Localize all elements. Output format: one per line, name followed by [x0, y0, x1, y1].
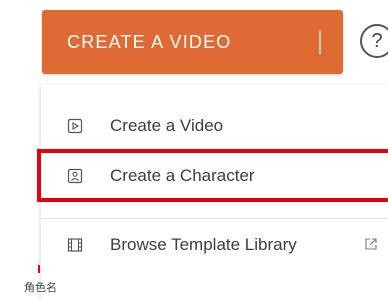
film-strip-icon — [67, 238, 83, 252]
caption-text: 角色名 — [24, 282, 57, 294]
button-divider — [319, 30, 321, 54]
menu-item-label: Create a Video — [110, 116, 224, 135]
video-play-icon — [67, 118, 83, 134]
external-link-icon — [365, 238, 377, 250]
menu-item-create-video[interactable]: Create a Video — [41, 103, 388, 149]
menu-divider — [41, 218, 388, 219]
menu-item-create-character[interactable]: Create a Character — [41, 153, 388, 199]
menu-item-browse-template-library[interactable]: Browse Template Library — [41, 222, 388, 268]
annotation-mark — [38, 265, 40, 273]
create-dropdown-menu: Create a Video Create a Character Browse… — [41, 85, 388, 300]
help-icon: ? — [371, 29, 383, 52]
create-video-label: CREATE A VIDEO — [67, 31, 232, 52]
menu-item-label: Browse Template Library — [110, 235, 297, 254]
help-button[interactable]: ? — [360, 24, 388, 58]
menu-item-label: Create a Character — [110, 166, 255, 185]
character-portrait-icon — [67, 168, 83, 184]
create-video-button[interactable]: CREATE A VIDEO — [42, 10, 359, 74]
